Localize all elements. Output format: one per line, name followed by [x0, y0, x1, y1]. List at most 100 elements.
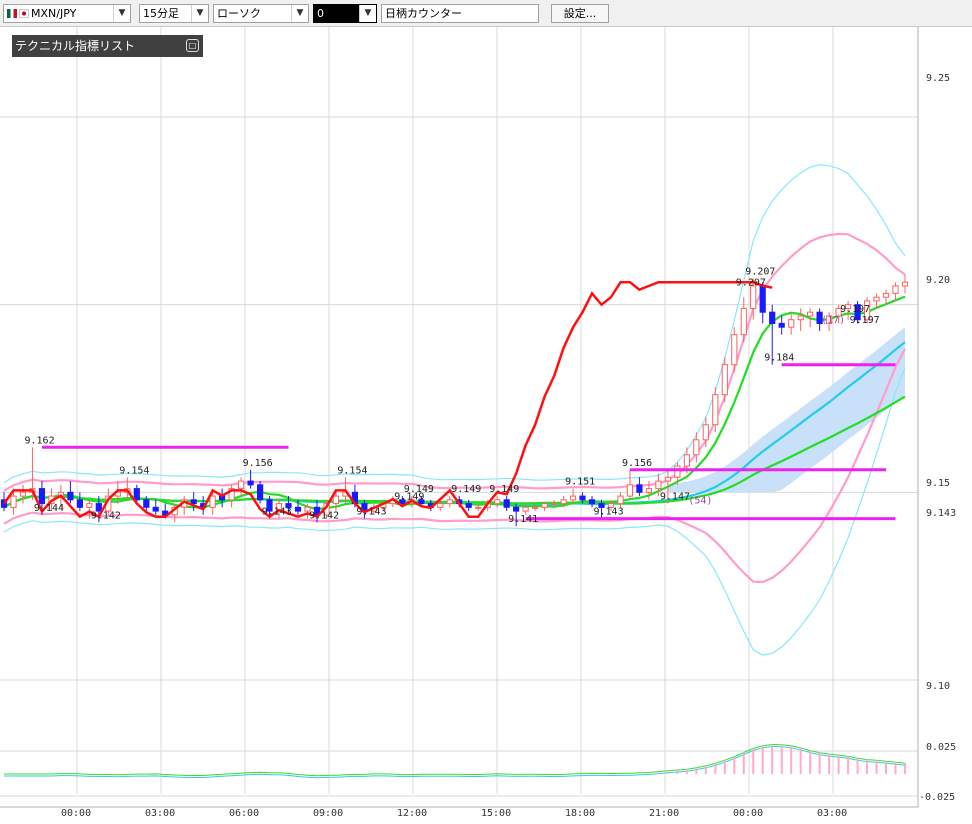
candle-body — [332, 495, 339, 505]
candle-body — [541, 503, 548, 508]
candle-body — [892, 285, 899, 294]
candle-body — [465, 503, 472, 508]
candle-body — [247, 480, 254, 486]
candle-body — [769, 311, 776, 325]
candle-body — [750, 285, 757, 309]
mexico-flag-icon — [7, 9, 17, 18]
price-tick-label: 9.20 — [926, 275, 950, 286]
price-annotation: 9.197 — [840, 304, 870, 315]
price-annotation: 9.143 — [594, 507, 624, 518]
price-annotation: 9.156 — [622, 458, 652, 469]
candle-body — [569, 495, 577, 501]
price-annotation: 9.207 — [736, 278, 766, 289]
price-tick-label: 9.25 — [926, 73, 950, 84]
candle-body — [788, 319, 795, 328]
sub-tick-label: -0.025 — [919, 792, 955, 803]
price-annotation: 9.207 — [745, 266, 775, 277]
price-chart[interactable]: 9.162 9.144 9.142 9.154 9.156 9.143 9.142 9.154… — [0, 27, 972, 824]
symbol-label: MXN/JPY — [31, 7, 77, 20]
candle-body — [38, 488, 45, 505]
color-select[interactable]: 0 ▼ — [313, 4, 377, 23]
chart-style-select[interactable]: ローソク ▼ — [213, 4, 309, 23]
price-annotation: 9.154 — [119, 465, 149, 476]
time-tick-label: 00:00 — [733, 808, 763, 819]
candle-body — [522, 506, 529, 512]
candle-body — [86, 503, 93, 508]
candle-body — [655, 480, 662, 490]
price-annotation: 9.142 — [91, 510, 121, 521]
price-annotation: 9.149 — [489, 484, 519, 495]
price-annotation: 9.151 — [565, 477, 595, 488]
price-annotation: 9.162 — [25, 435, 55, 446]
candle-body — [560, 499, 567, 505]
sub-tick-label: 0.025 — [926, 742, 956, 753]
time-tick-label: 18:00 — [565, 808, 595, 819]
candle-body — [209, 495, 216, 508]
color-value: 0 — [317, 7, 324, 20]
timeframe-label: 15分足 — [143, 7, 179, 20]
candle-body — [446, 499, 453, 505]
price-annotation: 9.149 — [451, 484, 481, 495]
candle-body — [683, 454, 690, 467]
price-tick-label: 9.10 — [926, 681, 950, 692]
candle-body — [740, 307, 747, 336]
macd-line — [4, 743, 906, 777]
settings-button[interactable]: 設定... — [551, 4, 609, 23]
panel-toggle-icon[interactable]: □ — [186, 39, 199, 52]
candle-body — [551, 503, 558, 506]
time-tick-label: 03:00 — [145, 808, 175, 819]
price-annotation: 9.149 — [394, 492, 424, 503]
price-annotation: 9.143 — [262, 507, 292, 518]
candle-body — [67, 491, 74, 501]
price-annotation: 9.197 — [850, 315, 880, 326]
chart-style-label: ローソク — [217, 7, 261, 20]
candle-body — [143, 499, 150, 508]
price-annotation: 9.142 — [309, 510, 339, 521]
candle-body — [494, 499, 501, 505]
candle-body — [882, 292, 890, 298]
price-annotation: 9.184 — [764, 353, 794, 364]
price-annotation: 9.156 — [243, 458, 273, 469]
candle-body — [626, 484, 633, 497]
candle-body — [10, 495, 17, 508]
candle-body — [19, 491, 27, 497]
time-tick-label: 06:00 — [229, 808, 259, 819]
price-annotation: (17) — [821, 315, 845, 326]
candle-body — [503, 499, 510, 508]
chevron-down-icon: ▼ — [359, 5, 376, 22]
bollinger-outer-lower — [3, 367, 906, 656]
candle-body — [257, 484, 264, 501]
chevron-down-icon: ▼ — [113, 5, 130, 22]
counter-label: 日柄カウンター — [385, 7, 462, 20]
candle-body — [190, 499, 197, 505]
candle-body — [901, 281, 909, 287]
candle-body — [579, 495, 586, 501]
chevron-down-icon: ▼ — [291, 5, 308, 22]
panel-title: テクニカル指標リスト — [15, 39, 136, 53]
candle-body — [759, 285, 766, 313]
symbol-select[interactable]: MXN/JPY ▼ — [3, 4, 131, 23]
candle-body — [873, 296, 880, 302]
candle-body — [588, 499, 596, 505]
price-annotation: 9.147 — [660, 492, 690, 503]
candle-body — [674, 465, 681, 478]
candle-body — [636, 484, 643, 493]
japan-flag-icon — [19, 9, 29, 18]
time-tick-label: 00:00 — [61, 808, 91, 819]
candle-body — [664, 476, 671, 482]
toolbar: MXN/JPY ▼ 15分足 ▼ ローソク ▼ 0 ▼ 日柄カウンター 設定..… — [0, 0, 972, 27]
counter-field[interactable]: 日柄カウンター — [381, 4, 539, 23]
price-annotation: (54) — [688, 495, 712, 506]
candle-body — [693, 439, 700, 456]
candle-body — [294, 506, 302, 512]
candle-body — [797, 315, 804, 321]
price-tick-label: 9.15 — [926, 478, 950, 489]
candle-body — [778, 322, 785, 328]
candle-body — [152, 506, 159, 512]
price-tick-label: 9.143 — [926, 508, 956, 519]
indicator-list-panel[interactable]: テクニカル指標リスト □ — [12, 35, 203, 57]
timeframe-select[interactable]: 15分足 ▼ — [139, 4, 209, 23]
candle-body — [645, 488, 652, 493]
candle-body — [513, 506, 520, 512]
time-tick-label: 21:00 — [649, 808, 679, 819]
